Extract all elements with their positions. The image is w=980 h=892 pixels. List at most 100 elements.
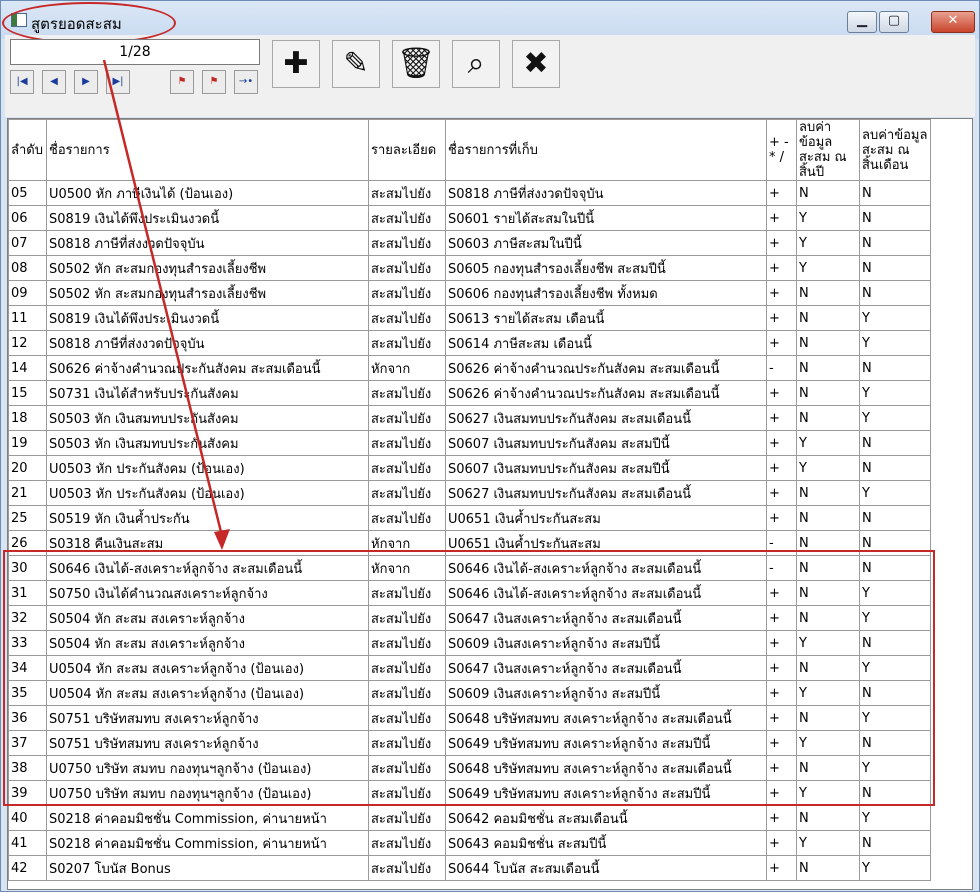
table-row[interactable]: 42 S0207 โบนัส Bonus สะสมไปยัง S0644 โบนัส … [8, 855, 931, 881]
cell-reset-monthly[interactable]: N [859, 355, 931, 381]
table-row[interactable]: 25 S0519 หัก เงินค้ำประกัน สะสมไปยัง U0651 … [8, 505, 931, 531]
cell-operator[interactable]: + [766, 280, 797, 306]
cell-item-name[interactable]: U0500 หัก ภาษีเงินได้ (ป้อนเอง) [46, 180, 369, 206]
cell-reset-monthly[interactable]: N [859, 455, 931, 481]
cell-operator[interactable]: + [766, 805, 797, 831]
delete-button[interactable]: 🗑 [392, 40, 440, 88]
cell-order[interactable]: 41 [8, 830, 47, 856]
cell-reset-yearly[interactable]: Y [796, 255, 860, 281]
cell-target-item[interactable]: S0614 ภาษีสะสม เดือนนี้ [445, 330, 767, 356]
cell-reset-yearly[interactable]: N [796, 805, 860, 831]
cell-reset-yearly[interactable]: Y [796, 230, 860, 256]
cell-reset-yearly[interactable]: Y [796, 830, 860, 856]
cell-order[interactable]: 09 [8, 280, 47, 306]
cell-target-item[interactable]: S0607 เงินสมทบประกันสังคม สะสมปีนี้ [445, 430, 767, 456]
cell-reset-monthly[interactable]: Y [859, 380, 931, 406]
cell-item-name[interactable]: S0503 หัก เงินสมทบประกันสังคม [46, 430, 369, 456]
cell-target-item[interactable]: S0603 ภาษีสะสมในปีนี้ [445, 230, 767, 256]
cell-reset-monthly[interactable]: Y [859, 305, 931, 331]
cell-reset-yearly[interactable]: N [796, 505, 860, 531]
close-window-button[interactable]: ✕ [931, 11, 975, 33]
cell-item-name[interactable]: U0503 หัก ประกันสังคม (ป้อนเอง) [46, 455, 369, 481]
cell-reset-yearly[interactable]: N [796, 855, 860, 881]
next-record-button[interactable]: ▶ [74, 70, 98, 94]
cell-reset-monthly[interactable]: Y [859, 855, 931, 881]
cell-reset-yearly[interactable]: N [796, 280, 860, 306]
cell-operator[interactable]: + [766, 405, 797, 431]
cell-target-item[interactable]: S0626 ค่าจ้างคำนวณประกันสังคม สะสมเดือนน… [445, 380, 767, 406]
cell-reset-yearly[interactable]: Y [796, 455, 860, 481]
cell-order[interactable]: 08 [8, 255, 47, 281]
column-header-order[interactable]: ลำดับ [8, 119, 47, 181]
cell-order[interactable]: 42 [8, 855, 47, 881]
cell-item-name[interactable]: S0819 เงินได้พึงประเมินงวดนี้ [46, 305, 369, 331]
table-row[interactable]: 06 S0819 เงินได้พึงประเมินงวดนี้ สะสมไปยัง… [8, 205, 931, 231]
cell-reset-yearly[interactable]: Y [796, 205, 860, 231]
cell-operator[interactable]: - [766, 355, 797, 381]
cell-operator[interactable]: + [766, 380, 797, 406]
cell-item-name[interactable]: S0502 หัก สะสมกองทุนสำรองเลี้ยงชีพ [46, 255, 369, 281]
column-header-reset-yearly[interactable]: ลบค่าข้อมูลสะสม ณ สิ้นปี [796, 119, 860, 181]
cell-reset-monthly[interactable]: Y [859, 805, 931, 831]
table-row[interactable]: 20 U0503 หัก ประกันสังคม (ป้อนเอง) สะสมไปย… [8, 455, 931, 481]
table-row[interactable]: 40 S0218 ค่าคอมมิชชั่น Commission, ค่านาย… [8, 805, 931, 831]
column-header-detail[interactable]: รายละเอียด [368, 119, 446, 181]
cell-item-name[interactable]: S0207 โบนัส Bonus [46, 855, 369, 881]
table-row[interactable]: 05 U0500 หัก ภาษีเงินได้ (ป้อนเอง) สะสมไปย… [8, 180, 931, 206]
cell-detail[interactable]: สะสมไปยัง [368, 480, 446, 506]
cell-order[interactable]: 20 [8, 455, 47, 481]
cell-item-name[interactable]: S0818 ภาษีที่ส่งงวดปัจจุบัน [46, 230, 369, 256]
cell-reset-monthly[interactable]: N [859, 830, 931, 856]
table-row[interactable]: 12 S0818 ภาษีที่ส่งงวดปัจจุบัน สะสมไปยัง S0… [8, 330, 931, 356]
minimize-button[interactable]: ▁ [847, 11, 877, 33]
cell-detail[interactable]: หักจาก [368, 355, 446, 381]
add-button[interactable]: ✚ [272, 40, 320, 88]
cell-reset-monthly[interactable]: N [859, 255, 931, 281]
cell-detail[interactable]: สะสมไปยัง [368, 805, 446, 831]
cell-reset-yearly[interactable]: N [796, 305, 860, 331]
cell-order[interactable]: 06 [8, 205, 47, 231]
cell-target-item[interactable]: S0643 คอมมิชชั่น สะสมปีนี้ [445, 830, 767, 856]
close-form-button[interactable]: ✖ [512, 40, 560, 88]
cell-target-item[interactable]: S0607 เงินสมทบประกันสังคม สะสมปีนี้ [445, 455, 767, 481]
cell-reset-yearly[interactable]: N [796, 380, 860, 406]
cell-reset-yearly[interactable]: N [796, 480, 860, 506]
table-row[interactable]: 11 S0819 เงินได้พึงประเมินงวดนี้ สะสมไปยัง… [8, 305, 931, 331]
cell-reset-monthly[interactable]: Y [859, 330, 931, 356]
cell-order[interactable]: 07 [8, 230, 47, 256]
cell-target-item[interactable]: S0644 โบนัส สะสมเดือนนี้ [445, 855, 767, 881]
cell-operator[interactable]: + [766, 855, 797, 881]
cell-operator[interactable]: + [766, 330, 797, 356]
table-row[interactable]: 15 S0731 เงินได้สำหรับประกันสังคม สะสมไปยั… [8, 380, 931, 406]
table-row[interactable]: 09 S0502 หัก สะสมกองทุนสำรองเลี้ยงชีพ สะสม… [8, 280, 931, 306]
table-row[interactable]: 07 S0818 ภาษีที่ส่งงวดปัจจุบัน สะสมไปยัง S0… [8, 230, 931, 256]
cell-operator[interactable]: + [766, 430, 797, 456]
flag-multi-button[interactable]: ⚑ [202, 70, 226, 94]
cell-target-item[interactable]: S0606 กองทุนสำรองเลี้ยงชีพ ทั้งหมด [445, 280, 767, 306]
cell-reset-monthly[interactable]: Y [859, 405, 931, 431]
cell-target-item[interactable]: S0605 กองทุนสำรองเลี้ยงชีพ สะสมปีนี้ [445, 255, 767, 281]
cell-target-item[interactable]: S0627 เงินสมทบประกันสังคม สะสมเดือนนี้ [445, 405, 767, 431]
cell-detail[interactable]: สะสมไปยัง [368, 855, 446, 881]
cell-item-name[interactable]: S0626 ค่าจ้างคำนวณประกันสังคม สะสมเดือนน… [46, 355, 369, 381]
cell-operator[interactable]: + [766, 180, 797, 206]
cell-target-item[interactable]: S0613 รายได้สะสม เดือนนี้ [445, 305, 767, 331]
cell-item-name[interactable]: S0731 เงินได้สำหรับประกันสังคม [46, 380, 369, 406]
cell-operator[interactable]: + [766, 505, 797, 531]
cell-detail[interactable]: สะสมไปยัง [368, 455, 446, 481]
cell-item-name[interactable]: S0502 หัก สะสมกองทุนสำรองเลี้ยงชีพ [46, 280, 369, 306]
cell-order[interactable]: 12 [8, 330, 47, 356]
cell-target-item[interactable]: S0601 รายได้สะสมในปีนี้ [445, 205, 767, 231]
cell-target-item[interactable]: S0627 เงินสมทบประกันสังคม สะสมเดือนนี้ [445, 480, 767, 506]
cell-operator[interactable]: + [766, 830, 797, 856]
cell-operator[interactable]: + [766, 455, 797, 481]
cell-order[interactable]: 21 [8, 480, 47, 506]
goto-button[interactable]: →• [234, 70, 258, 94]
cell-operator[interactable]: + [766, 305, 797, 331]
table-row[interactable]: 19 S0503 หัก เงินสมทบประกันสังคม สะสมไปยัง… [8, 430, 931, 456]
cell-detail[interactable]: สะสมไปยัง [368, 430, 446, 456]
cell-item-name[interactable]: S0218 ค่าคอมมิชชั่น Commission, ค่านายหน… [46, 830, 369, 856]
cell-reset-yearly[interactable]: N [796, 355, 860, 381]
column-header-target-item[interactable]: ชื่อรายการที่เก็บ [445, 119, 767, 181]
cell-detail[interactable]: สะสมไปยัง [368, 280, 446, 306]
